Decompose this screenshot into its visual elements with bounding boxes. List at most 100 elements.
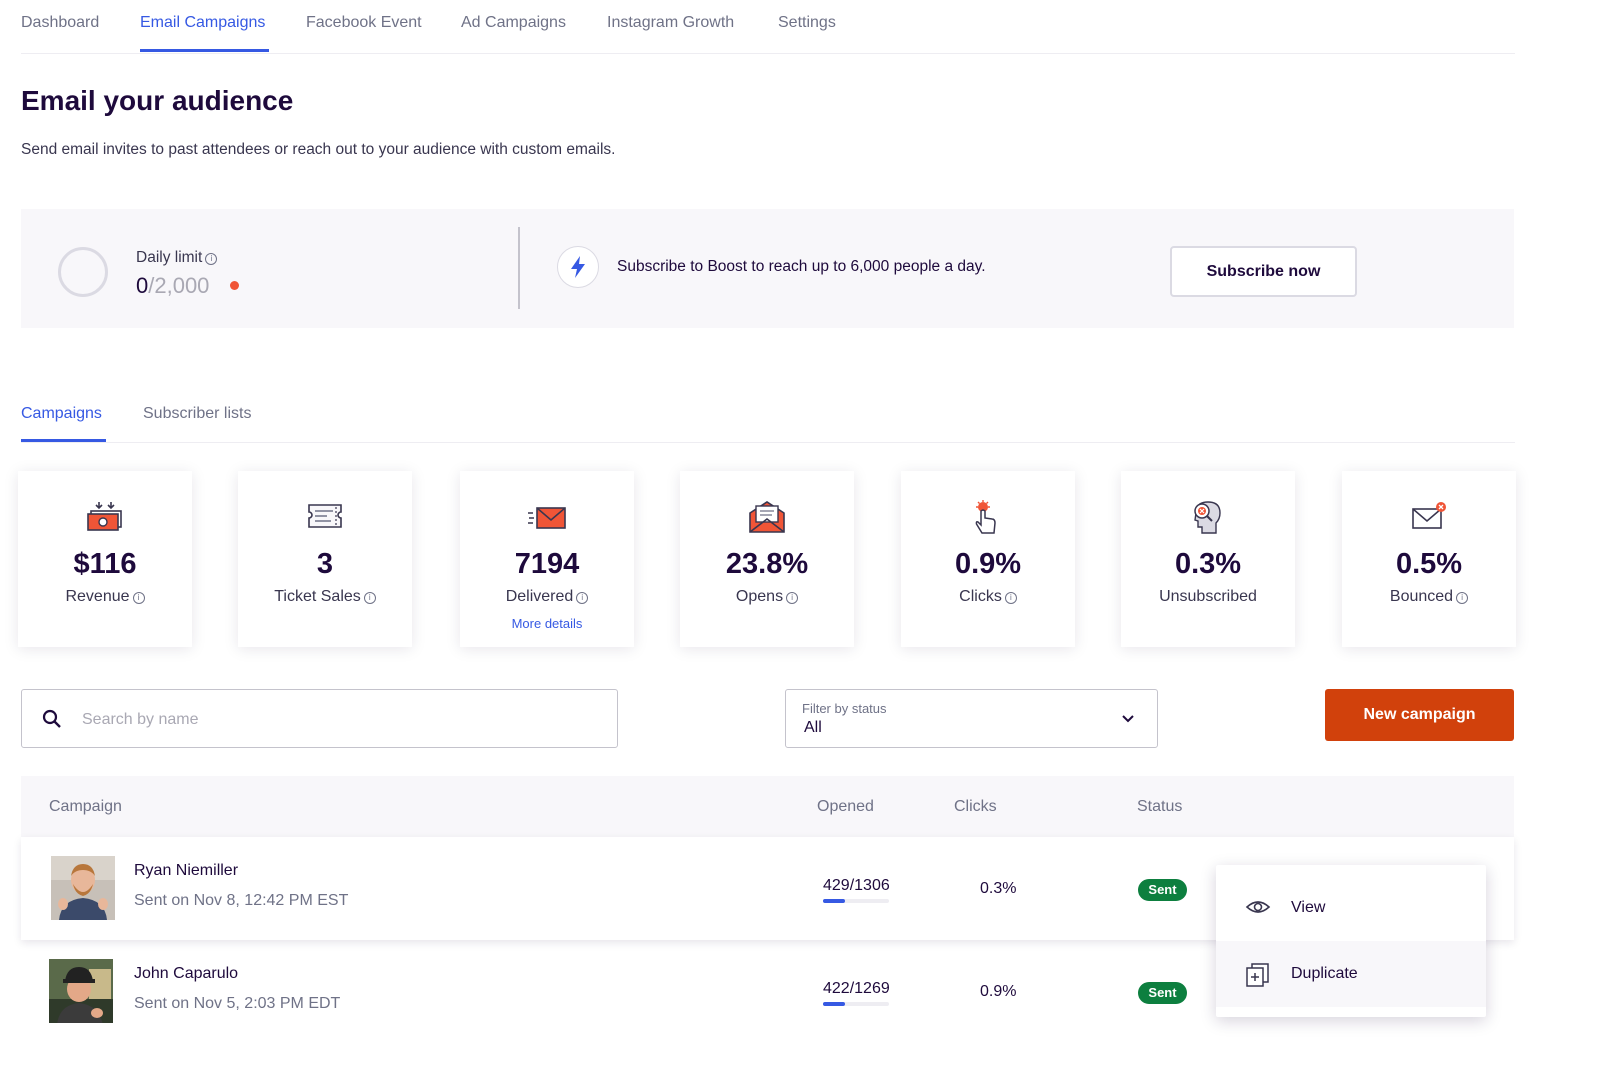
limit-status-dot — [230, 281, 239, 290]
info-icon[interactable]: i — [1004, 592, 1017, 604]
search-box — [21, 689, 618, 748]
opened-progress-bar — [823, 899, 889, 903]
daily-limit-banner: Daily limit i 0/2,000 Subscribe to Boost … — [21, 209, 1514, 328]
info-icon[interactable]: i — [132, 592, 145, 604]
tab-email-campaigns[interactable]: Email Campaigns — [140, 14, 265, 32]
column-header-campaign[interactable]: Campaign — [49, 798, 122, 816]
active-subtab-indicator — [21, 439, 106, 442]
column-header-clicks[interactable]: Clicks — [954, 798, 997, 816]
tab-ad-campaigns[interactable]: Ad Campaigns — [461, 14, 566, 32]
opened-count: 422/1269 — [823, 980, 890, 997]
stat-label: Ticket Sales i — [238, 588, 412, 606]
boost-promo-text: Subscribe to Boost to reach up to 6,000 … — [617, 258, 986, 275]
menu-item-duplicate[interactable]: Duplicate — [1216, 941, 1486, 1007]
campaign-name[interactable]: Ryan Niemiller — [134, 862, 238, 880]
banner-divider — [518, 227, 520, 309]
stat-card-unsubscribed: 0.3% Unsubscribed — [1121, 471, 1295, 647]
more-details-link[interactable]: More details — [460, 616, 634, 631]
daily-limit-label: Daily limit i — [136, 249, 218, 267]
tab-subscriber-lists[interactable]: Subscriber lists — [143, 405, 251, 423]
stat-value: 23.8% — [725, 548, 809, 580]
limit-max: /2,000 — [148, 273, 210, 298]
stat-card-ticket-sales: 3 Ticket Sales i — [238, 471, 412, 647]
daily-limit-value: 0/2,000 — [136, 273, 209, 299]
ticket-icon — [308, 504, 342, 528]
clicks-rate: 0.9% — [980, 983, 1017, 1000]
click-hand-icon — [975, 500, 996, 534]
column-header-opened[interactable]: Opened — [817, 798, 874, 816]
stat-label-text: Opens — [735, 588, 784, 605]
menu-item-view-label: View — [1291, 899, 1326, 916]
campaign-subtabs: Campaigns Subscriber lists — [21, 395, 1515, 443]
page-title: Email your audience — [21, 85, 294, 116]
unsubscribe-head-icon — [1194, 501, 1221, 534]
stat-label: Delivered i — [460, 588, 634, 606]
stat-card-revenue: $116 Revenue i — [18, 471, 192, 647]
opened-progress-fill — [823, 1002, 845, 1006]
stat-label: Bounced i — [1342, 588, 1516, 606]
filter-value: All — [804, 719, 822, 736]
stat-label: Opens i — [680, 588, 854, 606]
tab-facebook-event[interactable]: Facebook Event — [306, 14, 422, 32]
stat-card-clicks: 0.9% Clicks i — [901, 471, 1075, 647]
lightning-bolt-icon — [557, 246, 599, 288]
stat-value: 0.5% — [1395, 548, 1463, 580]
info-icon[interactable]: i — [363, 592, 376, 604]
status-badge: Sent — [1138, 879, 1187, 901]
stat-value: 3 — [316, 548, 334, 580]
search-input[interactable] — [80, 702, 584, 738]
bounced-envelope-icon — [1412, 502, 1446, 529]
stat-card-delivered: 7194 Delivered i More details — [460, 471, 634, 647]
new-campaign-button[interactable]: New campaign — [1325, 689, 1514, 741]
info-icon[interactable]: i — [576, 592, 589, 604]
stat-label-text: Revenue — [65, 588, 130, 605]
menu-item-duplicate-label: Duplicate — [1291, 965, 1358, 982]
tab-instagram-growth[interactable]: Instagram Growth — [607, 14, 734, 32]
money-icon — [87, 502, 122, 531]
chevron-down-icon — [1122, 715, 1134, 723]
info-icon[interactable]: i — [1456, 592, 1469, 604]
stat-label-text: Bounced — [1389, 588, 1454, 605]
stat-card-bounced: 0.5% Bounced i — [1342, 471, 1516, 647]
active-tab-indicator — [140, 49, 269, 52]
daily-limit-text: Daily limit — [136, 249, 203, 266]
stat-card-opens: 23.8% Opens i — [680, 471, 854, 647]
opened-progress-fill — [823, 899, 845, 903]
status-badge: Sent — [1138, 982, 1187, 1004]
page-subtitle: Send email invites to past attendees or … — [21, 141, 616, 158]
subscribe-now-button[interactable]: Subscribe now — [1170, 246, 1357, 297]
search-icon — [42, 709, 61, 728]
campaign-sent-date: Sent on Nov 5, 2:03 PM EDT — [134, 995, 341, 1012]
filter-label: Filter by status — [802, 701, 887, 716]
table-header: Campaign Opened Clicks Status — [21, 776, 1514, 837]
menu-item-view[interactable]: View — [1216, 875, 1486, 941]
row-actions-menu: View Duplicate — [1216, 865, 1486, 1017]
stat-label: Clicks i — [901, 588, 1075, 606]
campaign-sent-date: Sent on Nov 8, 12:42 PM EST — [134, 892, 349, 909]
tab-settings[interactable]: Settings — [778, 14, 836, 32]
stat-value: 7194 — [514, 548, 580, 580]
envelope-send-icon — [528, 507, 566, 529]
stat-label-text: Clicks — [959, 588, 1002, 605]
opened-count: 429/1306 — [823, 877, 890, 894]
column-header-status[interactable]: Status — [1137, 798, 1182, 816]
campaign-name[interactable]: John Caparulo — [134, 965, 238, 983]
stat-label-text: Ticket Sales — [274, 588, 361, 605]
stat-label-text: Delivered — [505, 588, 574, 605]
filter-by-status-select[interactable]: Filter by status All — [785, 689, 1158, 748]
avatar — [51, 856, 115, 920]
limit-used: 0 — [136, 273, 149, 298]
tab-campaigns[interactable]: Campaigns — [21, 405, 102, 423]
opened-progress-bar — [823, 1002, 889, 1006]
stat-value: 0.3% — [1174, 548, 1242, 580]
stat-value: $116 — [73, 548, 137, 580]
tab-dashboard[interactable]: Dashboard — [21, 14, 99, 32]
stat-label: Revenue i — [18, 588, 192, 606]
info-icon[interactable]: i — [205, 253, 218, 265]
duplicate-icon — [1246, 963, 1269, 987]
avatar — [49, 959, 113, 1023]
open-envelope-icon — [749, 501, 785, 533]
info-icon[interactable]: i — [786, 592, 799, 604]
limit-progress-ring — [58, 247, 108, 297]
stat-value: 0.9% — [954, 548, 1022, 580]
